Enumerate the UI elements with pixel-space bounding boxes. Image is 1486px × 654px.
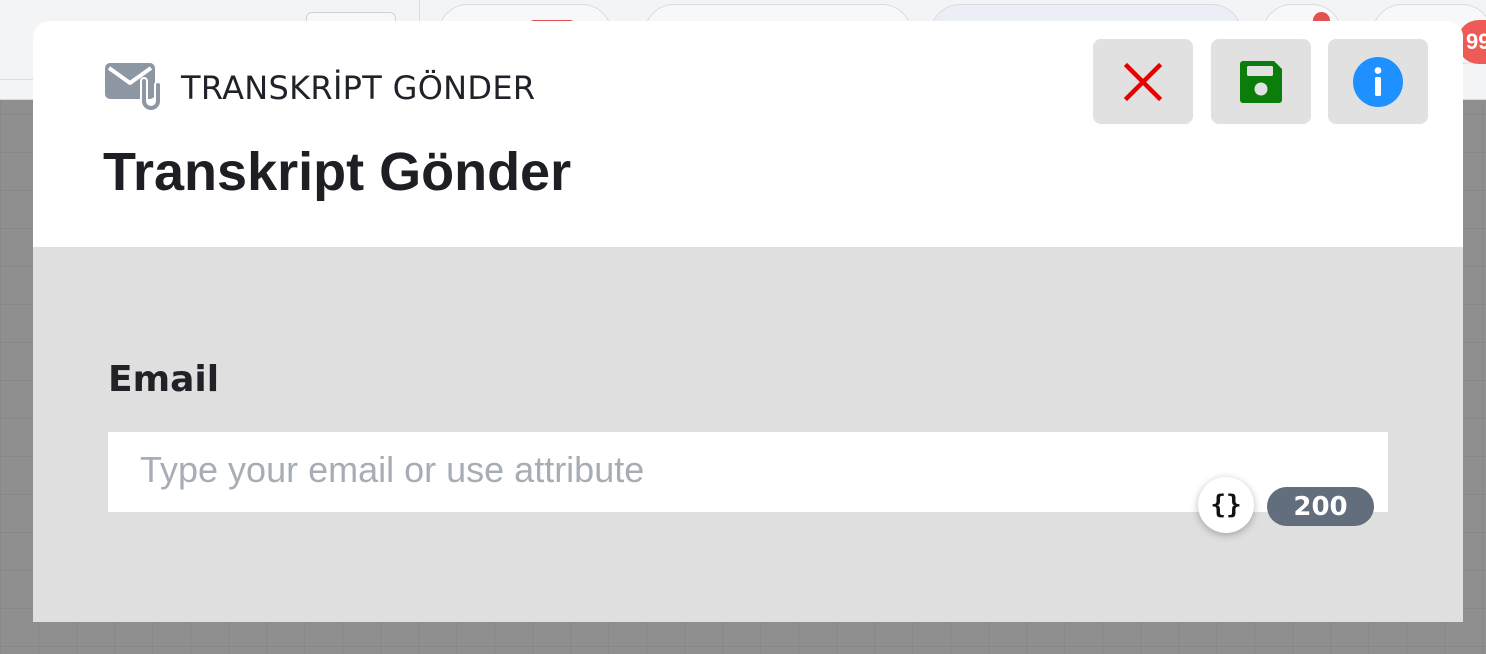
modal-header: TRANSKRİPT GÖNDER Transkript Gönder bbox=[33, 21, 1463, 247]
insert-attribute-button[interactable]: {} bbox=[1198, 477, 1254, 533]
send-transcript-modal: TRANSKRİPT GÖNDER Transkript Gönder Emai… bbox=[33, 21, 1463, 622]
modal-title: Transkript Gönder bbox=[103, 142, 572, 202]
info-icon bbox=[1353, 56, 1403, 107]
email-field[interactable] bbox=[108, 432, 1388, 512]
close-icon bbox=[1123, 62, 1163, 101]
save-button[interactable] bbox=[1211, 39, 1311, 124]
email-field-label: Email bbox=[108, 359, 220, 400]
character-limit-badge: 200 bbox=[1267, 487, 1374, 526]
node-type-label: TRANSKRİPT GÖNDER bbox=[181, 69, 536, 107]
mail-attachment-icon bbox=[105, 63, 162, 112]
info-button[interactable] bbox=[1328, 39, 1428, 124]
save-icon bbox=[1240, 60, 1282, 103]
close-button[interactable] bbox=[1093, 39, 1193, 124]
curly-braces-icon: {} bbox=[1210, 490, 1242, 520]
